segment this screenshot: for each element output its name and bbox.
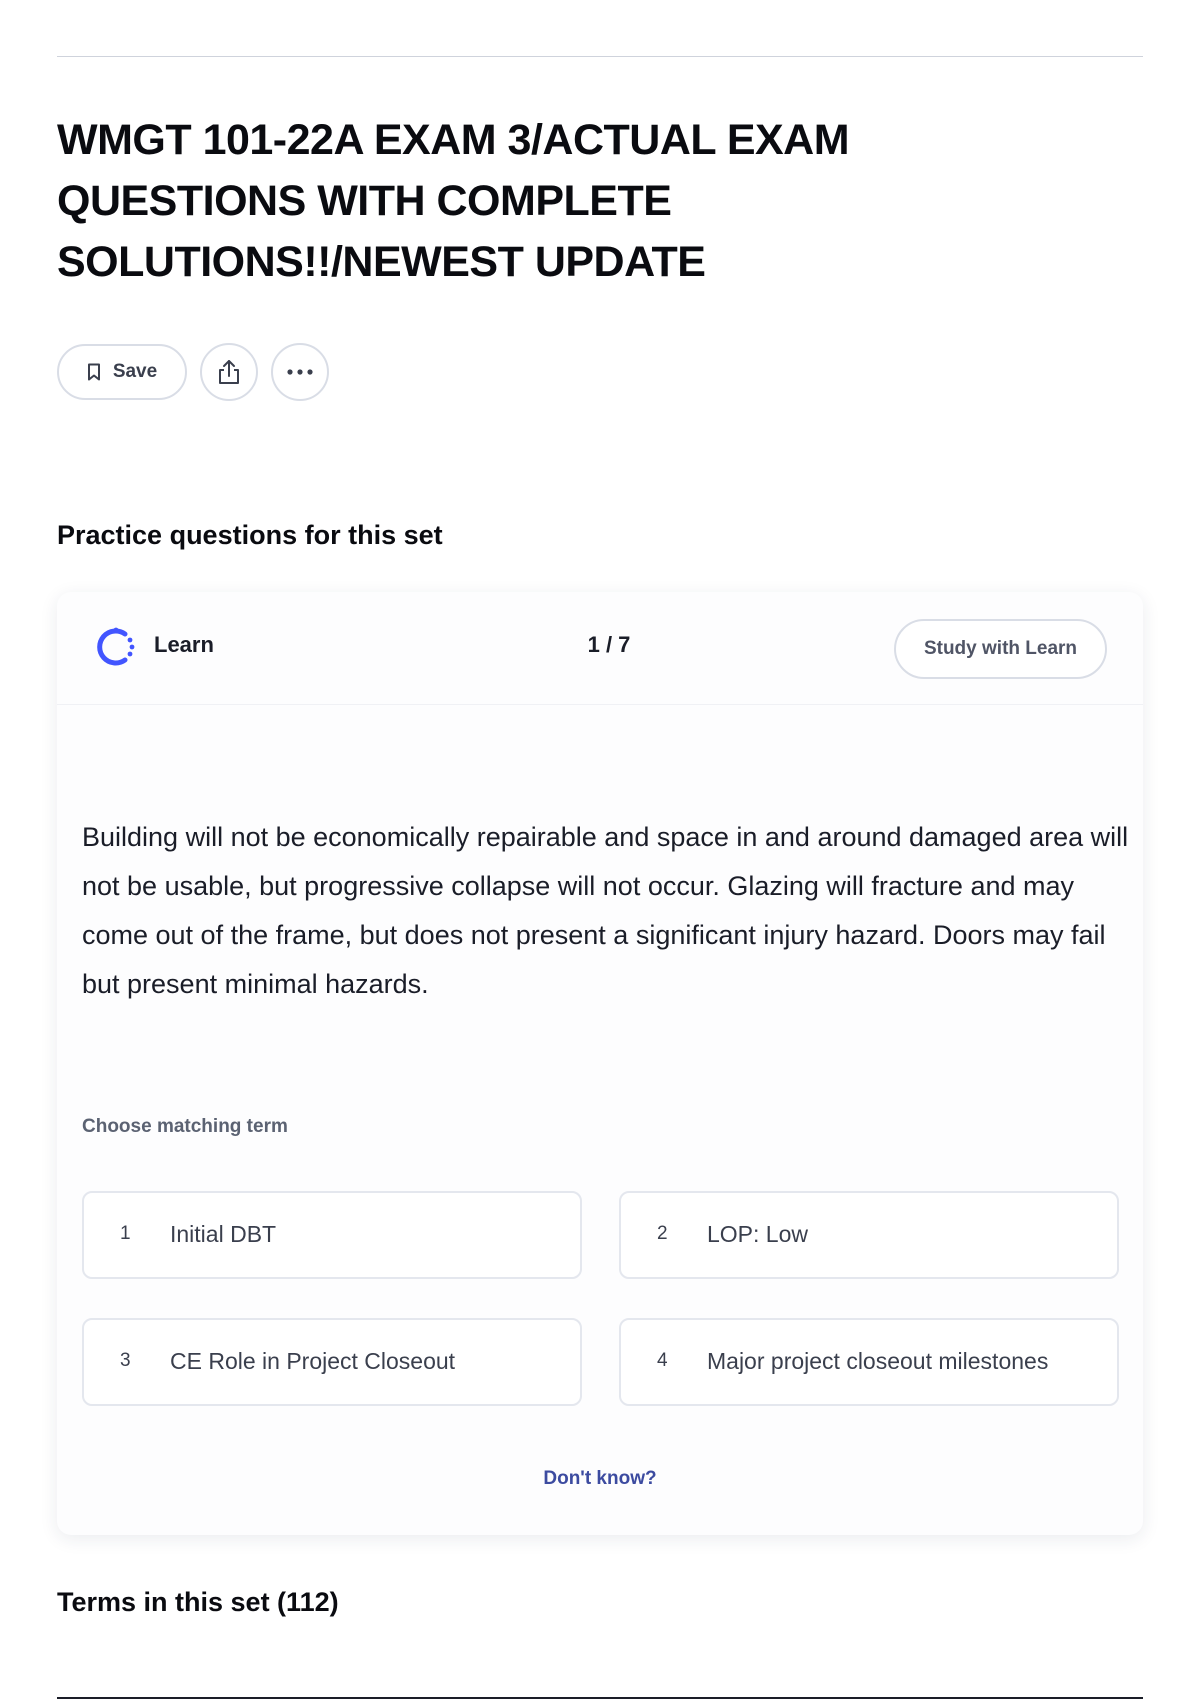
learn-mode-label: Learn [154, 632, 214, 657]
option-text: Initial DBT [170, 1221, 277, 1247]
save-button[interactable]: Save [57, 344, 187, 400]
answer-option-2[interactable]: 2 LOP: Low [619, 1191, 1119, 1279]
practice-heading: Practice questions for this set [57, 520, 443, 550]
study-with-learn-button[interactable]: Study with Learn [894, 619, 1107, 679]
question-progress: 1 / 7 [587, 632, 631, 657]
page-title: WMGT 101-22A EXAM 3/ACTUAL EXAM QUESTION… [57, 116, 850, 286]
choose-matching-term-label: Choose matching term [82, 1116, 288, 1137]
option-number: 4 [657, 1350, 668, 1371]
save-button-label: Save [112, 361, 158, 382]
bottom-divider [57, 1697, 1143, 1699]
answer-option-1[interactable]: 1 Initial DBT [82, 1191, 582, 1279]
practice-card-header: Learn 1 / 7 Study with Learn [57, 592, 1143, 705]
option-text: Major project closeout milestones [707, 1348, 1049, 1374]
top-divider [57, 56, 1143, 57]
share-button[interactable] [200, 343, 258, 401]
option-text: LOP: Low [707, 1221, 808, 1247]
option-number: 3 [120, 1350, 131, 1371]
terms-heading: Terms in this set (112) [57, 1587, 339, 1617]
practice-card: Learn 1 / 7 Study with Learn Building wi… [57, 592, 1143, 1535]
set-actions: Save [57, 343, 329, 401]
option-number: 2 [657, 1223, 668, 1244]
learn-progress-icon [97, 627, 135, 666]
option-number: 1 [120, 1223, 131, 1244]
dont-know-link[interactable]: Don't know? [500, 1468, 700, 1490]
option-text: CE Role in Project Closeout [170, 1348, 456, 1374]
share-icon [219, 360, 239, 384]
more-horizontal-icon [287, 369, 313, 375]
question-definition: Building will not be economically repair… [82, 822, 1129, 999]
more-options-button[interactable] [271, 343, 329, 401]
answer-option-4[interactable]: 4 Major project closeout milestones [619, 1318, 1119, 1406]
bookmark-icon [87, 363, 100, 381]
answer-option-3[interactable]: 3 CE Role in Project Closeout [82, 1318, 582, 1406]
